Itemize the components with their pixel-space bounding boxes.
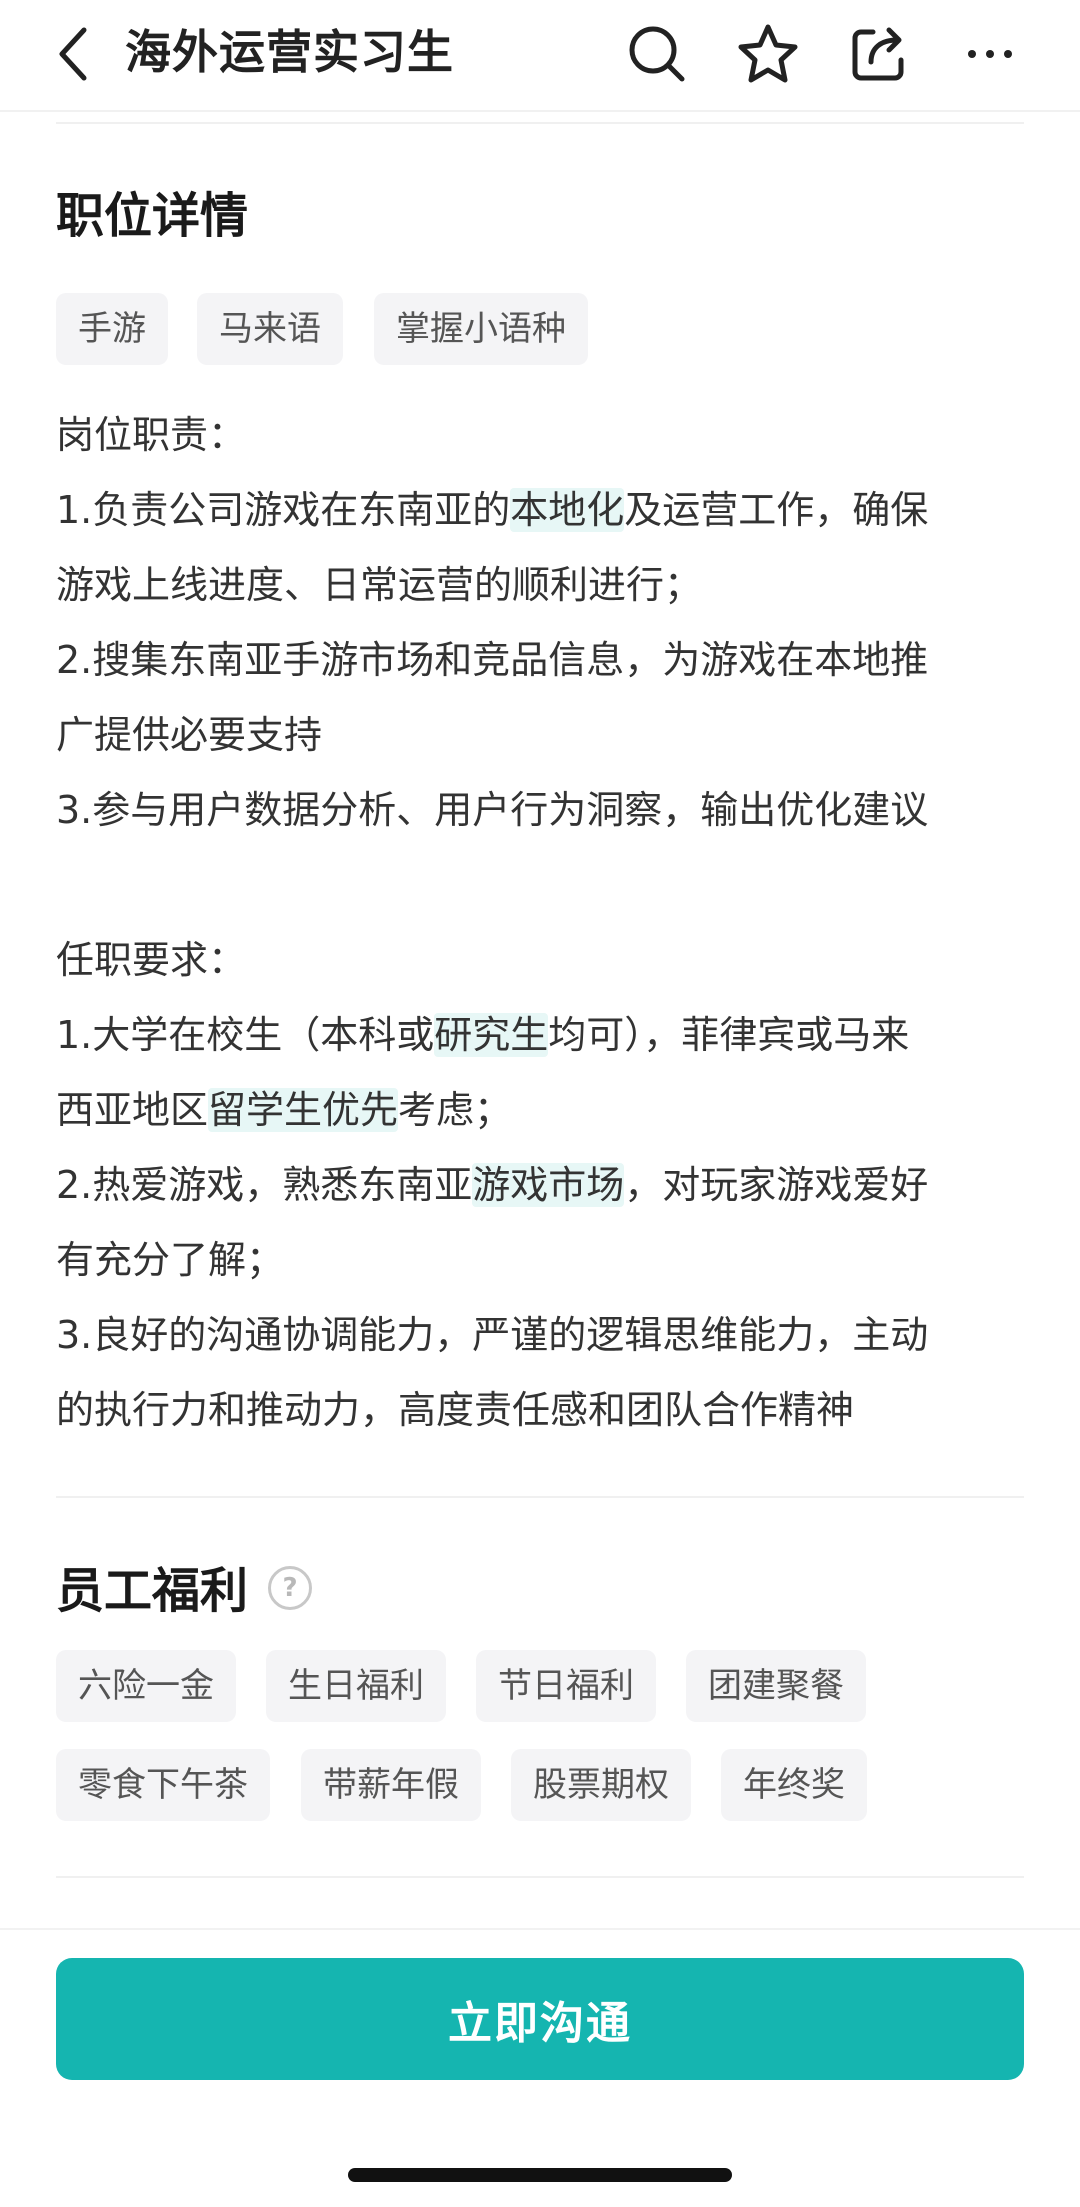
description-line: 3.参与用户数据分析、用户行为洞察，输出优化建议 — [56, 788, 929, 832]
job-tag: 手游 — [56, 293, 168, 365]
chat-now-button[interactable]: 立即沟通 — [56, 1958, 1024, 2080]
benefit-tag: 六险一金 — [56, 1650, 236, 1722]
benefits-title: 员工福利 — [56, 1563, 249, 1619]
more-icon[interactable] — [958, 22, 1022, 86]
highlight-keyword: 本地化 — [510, 488, 625, 532]
nav-bar: 海外运营实习生 — [0, 0, 1080, 112]
home-indicator — [348, 2168, 732, 2182]
help-icon[interactable]: ? — [268, 1566, 312, 1610]
description-line: 1.负责公司游戏在东南亚的本地化及运营工作，确保 — [56, 488, 929, 532]
responsibilities-heading: 岗位职责： — [56, 413, 247, 457]
description-line: 广提供必要支持 — [56, 713, 323, 757]
benefit-tag: 节日福利 — [476, 1650, 656, 1722]
description-line: 的执行力和推动力，高度责任感和团队合作精神 — [56, 1388, 855, 1432]
requirements-heading: 任职要求： — [56, 938, 247, 982]
highlight-keyword: 研究生 — [434, 1013, 549, 1057]
description-line: 2.搜集东南亚手游市场和竞品信息，为游戏在本地推 — [56, 638, 929, 682]
star-icon[interactable] — [736, 22, 800, 86]
divider — [56, 1876, 1024, 1878]
highlight-keyword: 游戏市场 — [472, 1163, 625, 1207]
description-line: 1.大学在校生（本科或研究生均可），菲律宾或马来 — [56, 1013, 910, 1057]
description-line: 西亚地区留学生优先考虑； — [56, 1088, 513, 1132]
benefit-tag: 年终奖 — [721, 1749, 867, 1821]
benefit-tag: 团建聚餐 — [686, 1650, 866, 1722]
benefit-tag: 带薪年假 — [301, 1749, 481, 1821]
job-tag: 马来语 — [197, 293, 343, 365]
description-line: 3.良好的沟通协调能力，严谨的逻辑思维能力，主动 — [56, 1313, 929, 1357]
description-line: 游戏上线进度、日常运营的顺利进行； — [56, 563, 703, 607]
benefit-tag: 股票期权 — [511, 1749, 691, 1821]
divider — [56, 1496, 1024, 1498]
highlight-keyword: 留学生优先 — [208, 1088, 399, 1132]
job-tag: 掌握小语种 — [374, 293, 588, 365]
benefit-tag: 零食下午茶 — [56, 1749, 270, 1821]
back-icon[interactable] — [50, 22, 96, 86]
job-detail-title: 职位详情 — [56, 188, 249, 244]
search-icon[interactable] — [625, 22, 689, 86]
page: 海外运营实习生 职位详情 手游 马来语 掌握小语种 岗位职责： 1.负责公司游戏… — [0, 0, 1080, 2207]
divider — [56, 122, 1024, 124]
description-line: 2.热爱游戏，熟悉东南亚游戏市场，对玩家游戏爱好 — [56, 1163, 929, 1207]
benefit-tag: 生日福利 — [266, 1650, 446, 1722]
share-icon[interactable] — [847, 22, 911, 86]
job-description: 岗位职责： 1.负责公司游戏在东南亚的本地化及运营工作，确保 游戏上线进度、日常… — [56, 398, 1026, 1448]
page-title: 海外运营实习生 — [125, 25, 454, 79]
description-line: 有充分了解； — [56, 1238, 285, 1282]
